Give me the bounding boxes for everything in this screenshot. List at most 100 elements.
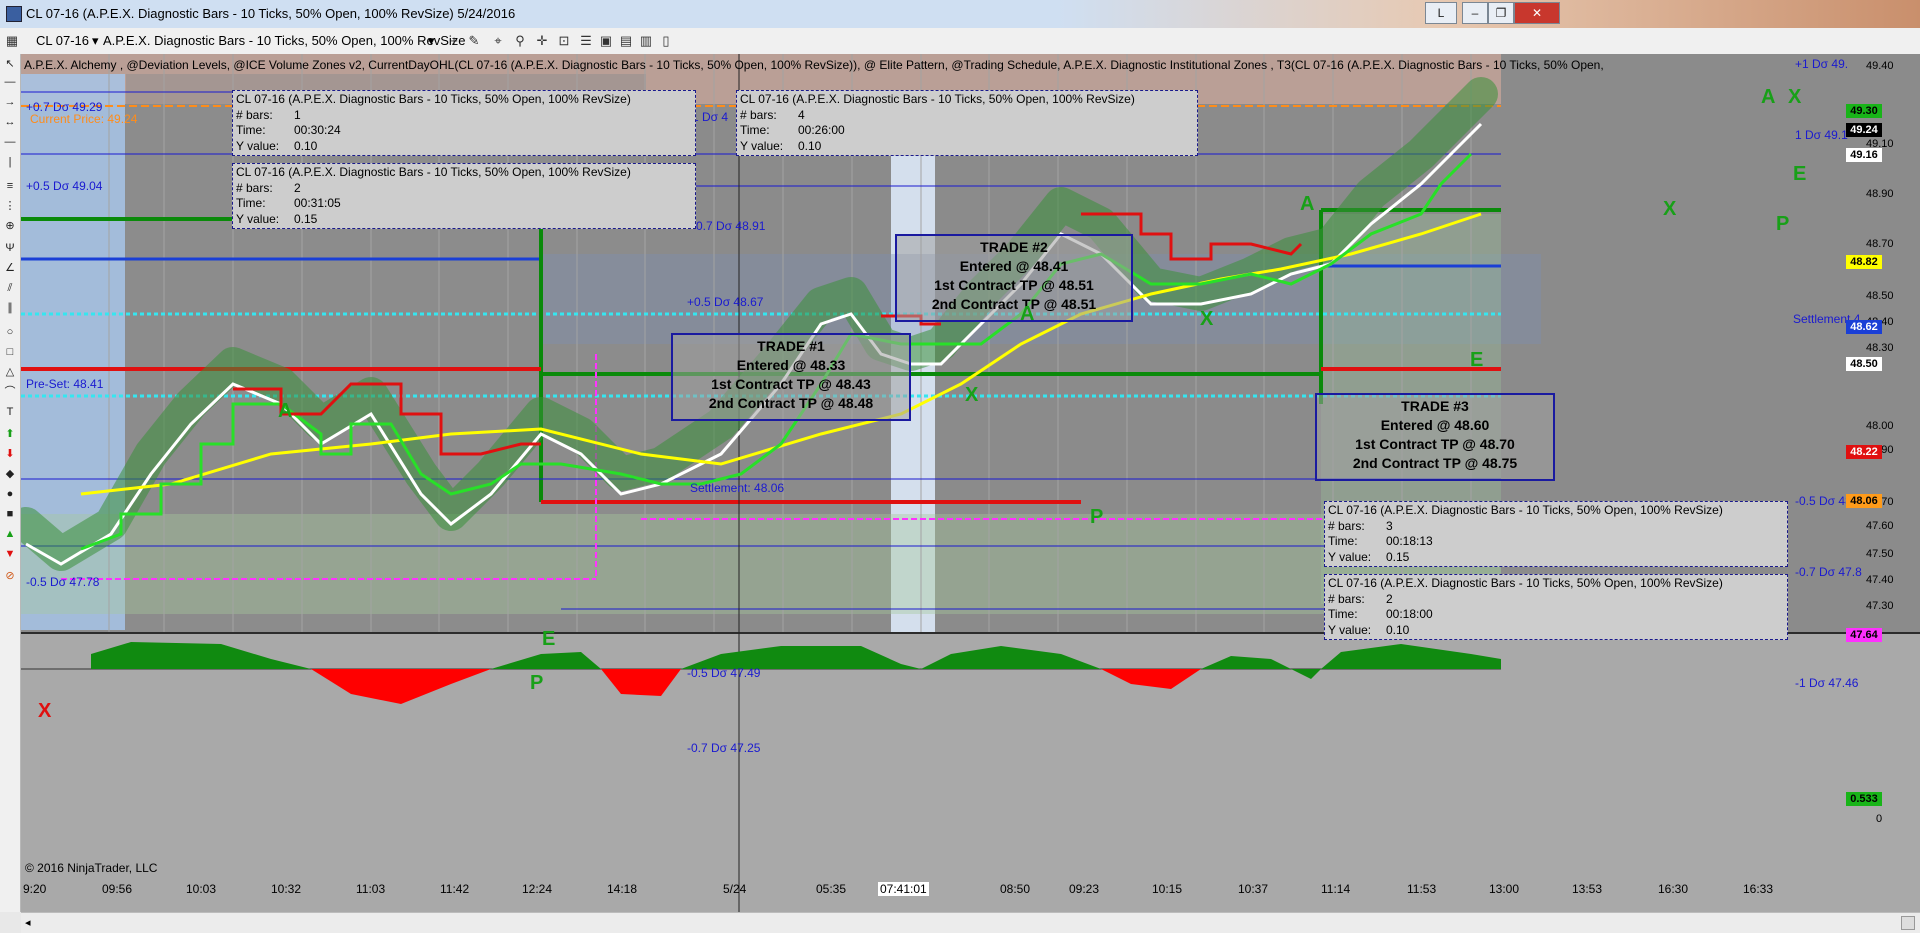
tooltip-value: 0.10 — [294, 138, 318, 153]
pattern-a-marker: A — [1020, 303, 1035, 325]
remove-drawings-icon[interactable]: ⊘ — [2, 568, 18, 584]
channel-icon[interactable]: ∥ — [2, 300, 18, 316]
deviation-label: 1 Dσ 4 — [692, 110, 729, 124]
diamond-icon[interactable]: ◆ — [2, 466, 18, 482]
pattern-x-marker: X — [965, 384, 979, 406]
settlement-label: Settlement: 48.06 — [690, 481, 785, 495]
language-button[interactable]: L — [1425, 2, 1457, 24]
crosshair-time-label: 07:41:01 — [878, 882, 929, 896]
indicators-icon[interactable]: ▣ — [598, 33, 614, 49]
arrow-down-icon[interactable]: ⬇ — [2, 446, 18, 462]
time-label: 11:14 — [1321, 882, 1351, 896]
text-tool-icon[interactable]: T — [2, 404, 18, 420]
trade-tp1: 1st Contract TP @ 48.70 — [1355, 436, 1515, 452]
tooltip-key: # bars: — [236, 180, 273, 195]
vertical-line-icon[interactable]: | — [2, 154, 18, 170]
arc-icon[interactable]: ⌒ — [2, 384, 18, 400]
price-tag-orange: 48.06 — [1846, 494, 1882, 508]
tooltip-key: # bars: — [1328, 518, 1365, 533]
oscillator-panel-bg — [21, 634, 1920, 912]
bar-count-tooltip: CL 07-16 (A.P.E.X. Diagnostic Bars - 10 … — [232, 163, 696, 229]
tooltip-value: 2 — [1386, 591, 1393, 606]
price-axis-label: 47.60 — [1866, 520, 1894, 532]
template-icon[interactable]: ▥ — [638, 33, 654, 49]
price-axis-label: 48.90 — [1866, 188, 1894, 200]
deviation-label: +1 Dσ 49. — [1795, 57, 1849, 71]
data-box-icon[interactable]: ⊡ — [556, 33, 572, 49]
ellipse-icon[interactable]: ○ — [2, 324, 18, 340]
brush-icon[interactable]: ⌖ — [490, 33, 506, 49]
time-label: 9:20 — [23, 882, 47, 896]
arrow-up-icon[interactable]: ⬆ — [2, 426, 18, 442]
pencil-icon[interactable]: ✎ — [466, 33, 482, 49]
instrument-selector[interactable]: CL 07-16 — [36, 32, 89, 50]
tooltip-value: 1 — [294, 107, 301, 122]
current-price-label: Current Price: 49.24 — [30, 112, 138, 126]
time-label: 08:50 — [1000, 882, 1031, 896]
pattern-a-marker: A — [278, 400, 293, 422]
pattern-e-marker: E — [1470, 349, 1484, 371]
trade-annotation-1: TRADE #1 Entered @ 48.33 1st Contract TP… — [671, 333, 911, 421]
extended-line-icon[interactable]: ↔ — [2, 114, 18, 130]
properties-icon[interactable]: ☰ — [578, 33, 594, 49]
drawing-tools: ↖ — → ↔ ― | ≡ ⋮ ⊕ Ψ ∠ ⫽ ∥ ○ □ △ ⌒ T ⬆ ⬇ … — [0, 54, 21, 912]
strategies-icon[interactable]: ▤ — [618, 33, 634, 49]
horizontal-line-icon[interactable]: ― — [2, 134, 18, 150]
tooltip-value: 3 — [1386, 518, 1393, 533]
trade-tp1: 1st Contract TP @ 48.51 — [934, 277, 1094, 293]
time-label: 10:03 — [186, 882, 217, 896]
tooltip-value: 0.10 — [798, 138, 822, 153]
gann-fan-icon[interactable]: ∠ — [2, 260, 18, 276]
panel-icon[interactable]: ▯ — [658, 33, 674, 49]
bar-count-tooltip: CL 07-16 (A.P.E.X. Diagnostic Bars - 10 … — [1324, 574, 1788, 640]
fibonacci-icon[interactable]: ≡ — [2, 178, 18, 194]
triangle-down-icon[interactable]: ▼ — [2, 546, 18, 562]
deviation-label: -1 Dσ 47.46 — [1795, 676, 1859, 690]
tooltip-key: Time: — [1328, 534, 1358, 548]
tooltip-value: 00:26:00 — [798, 123, 845, 137]
pattern-a-marker: A — [1300, 193, 1315, 215]
bar-type-dropdown-icon[interactable]: ▾ — [428, 32, 435, 50]
fib-time-icon[interactable]: ⊕ — [2, 218, 18, 234]
time-label: 11:53 — [1407, 882, 1437, 896]
magnet-icon[interactable]: ⚲ — [512, 33, 528, 49]
tooltip-value: 00:18:13 — [1386, 534, 1433, 548]
pattern-e-marker: E — [542, 628, 556, 650]
scroll-thumb[interactable] — [1901, 916, 1915, 930]
line-tool-icon[interactable]: — — [2, 74, 18, 90]
square-icon[interactable]: ■ — [2, 506, 18, 522]
regression-channel-icon[interactable]: ⫽ — [2, 280, 18, 296]
trade-entry: Entered @ 48.33 — [736, 357, 846, 373]
trade-annotation-2: TRADE #2 Entered @ 48.41 1st Contract TP… — [895, 234, 1133, 322]
triangle-up-icon[interactable]: ▲ — [2, 526, 18, 542]
pattern-x-marker: X — [1788, 86, 1802, 108]
close-button[interactable]: ✕ — [1514, 2, 1560, 24]
bar-type-selector[interactable]: A.P.E.X. Diagnostic Bars - 10 Ticks, 50%… — [103, 32, 466, 50]
tooltip-value: 00:30:24 — [294, 123, 341, 137]
price-tag-red: 48.22 — [1846, 445, 1882, 459]
fib-extension-icon[interactable]: ⋮ — [2, 198, 18, 214]
pitchfork-icon[interactable]: Ψ — [2, 240, 18, 256]
bar-count-tooltip: CL 07-16 (A.P.E.X. Diagnostic Bars - 10 … — [232, 90, 696, 156]
ray-tool-icon[interactable]: → — [2, 94, 18, 110]
price-axis-label: 48.00 — [1866, 420, 1894, 432]
price-axis-label: 47.50 — [1866, 548, 1894, 560]
time-label: 11:42 — [440, 882, 470, 896]
tooltip-key: Y value: — [236, 211, 280, 226]
arrow-tool-icon[interactable]: ↖ — [2, 56, 18, 72]
triangle-icon[interactable]: △ — [2, 364, 18, 380]
tooltip-title: CL 07-16 (A.P.E.X. Diagnostic Bars - 10 … — [1328, 576, 1723, 590]
horizontal-scrollbar[interactable]: ◂ — [21, 912, 1920, 933]
dot-icon[interactable]: ● — [2, 486, 18, 502]
price-tag-white: 49.16 — [1846, 148, 1882, 162]
maximize-button[interactable]: ❐ — [1488, 2, 1514, 24]
tooltip-value: 0.15 — [294, 211, 318, 226]
trade-annotation-3: TRADE #3 Entered @ 48.60 1st Contract TP… — [1315, 393, 1555, 481]
zoom-in-icon[interactable]: + — [446, 33, 462, 49]
crosshair-icon[interactable]: ✛ — [534, 33, 550, 49]
scroll-left-icon[interactable]: ◂ — [25, 916, 31, 929]
rectangle-icon[interactable]: □ — [2, 344, 18, 360]
tooltip-key: Y value: — [1328, 622, 1372, 637]
instrument-dropdown-icon[interactable]: ▾ — [92, 32, 99, 50]
minimize-button[interactable]: – — [1462, 2, 1488, 24]
